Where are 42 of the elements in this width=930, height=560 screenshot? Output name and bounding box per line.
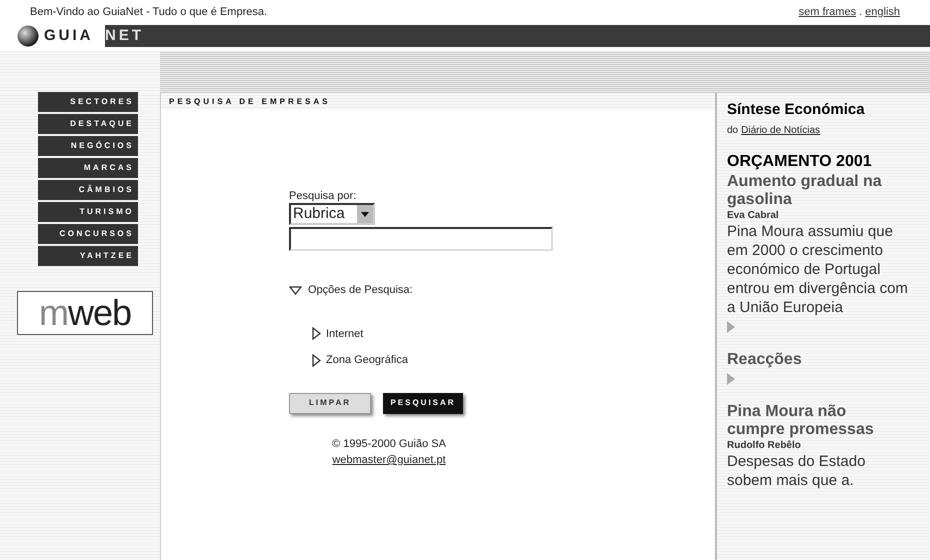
source-prefix: do: [727, 124, 738, 138]
email-link[interactable]: webmaster@guianet.pt: [332, 452, 446, 468]
copyright-text: © 1995-2000 Guião SA: [332, 436, 446, 452]
nav-button[interactable]: CONCURSOS: [38, 224, 138, 244]
news-headline[interactable]: Aumento gradual na gasolina: [727, 173, 908, 209]
expanded-triangle-icon[interactable]: [289, 286, 302, 295]
nav-button[interactable]: NEGÓCIOS: [38, 136, 138, 156]
nav-button[interactable]: CÂMBIOS: [38, 180, 138, 200]
news-summary: Pina Moura assumiu que em 2000 o crescimento económico de Portugal entrou em divergência com a União Europeia: [727, 222, 908, 317]
search-field[interactable]: [289, 227, 553, 251]
column-title: Síntese Económica: [727, 101, 866, 119]
collapsed-triangle-icon[interactable]: [312, 327, 321, 340]
nav-button[interactable]: MARCAS: [38, 158, 138, 178]
nav-button[interactable]: SECTORES: [38, 92, 138, 112]
options-heading[interactable]: Opções de Pesquisa:: [308, 282, 413, 298]
field-label: Pesquisa por:: [289, 190, 358, 203]
nav-link[interactable]: sem frames: [798, 4, 856, 20]
separator-text: .: [859, 4, 862, 20]
source-link[interactable]: Diário de Notícias: [741, 123, 820, 138]
option-label[interactable]: Internet: [326, 326, 364, 342]
news-headline[interactable]: Reacções: [727, 351, 908, 369]
section-heading: PESQUISA DE EMPRESAS: [169, 96, 331, 108]
collapsed-triangle-icon[interactable]: [312, 354, 321, 367]
clear-button[interactable]: LIMPAR: [289, 392, 371, 414]
author-name: Eva Cabral: [727, 209, 780, 222]
nav-button[interactable]: YAHTZEE: [38, 246, 138, 266]
author-name: Rudolfo Rebêlo: [727, 439, 802, 452]
news-summary: Despesas do Estado sobem mais que a.: [727, 452, 866, 490]
logo-text-left: GUIA: [44, 26, 94, 46]
sponsor-logo[interactable]: mweb: [17, 291, 153, 335]
logo-text-right: NET: [105, 26, 144, 46]
nav-button[interactable]: TURISMO: [38, 202, 138, 222]
nav-link[interactable]: english: [865, 4, 900, 20]
select-dropdown[interactable]: Rubrica: [289, 203, 375, 225]
sponsor-logo-text: mweb: [38, 295, 132, 331]
search-button[interactable]: PESQUISAR: [383, 392, 463, 414]
nav-button[interactable]: DESTAQUE: [38, 114, 138, 134]
globe-icon: [17, 25, 39, 47]
welcome-text: Bem-Vindo ao GuiaNet - Tudo o que é Empresa.: [30, 4, 268, 20]
option-label[interactable]: Zona Geográfica: [326, 352, 408, 368]
news-headline[interactable]: Pina Moura não cumpre promessas: [727, 403, 908, 439]
section-title: ORÇAMENTO 2001: [727, 152, 873, 171]
